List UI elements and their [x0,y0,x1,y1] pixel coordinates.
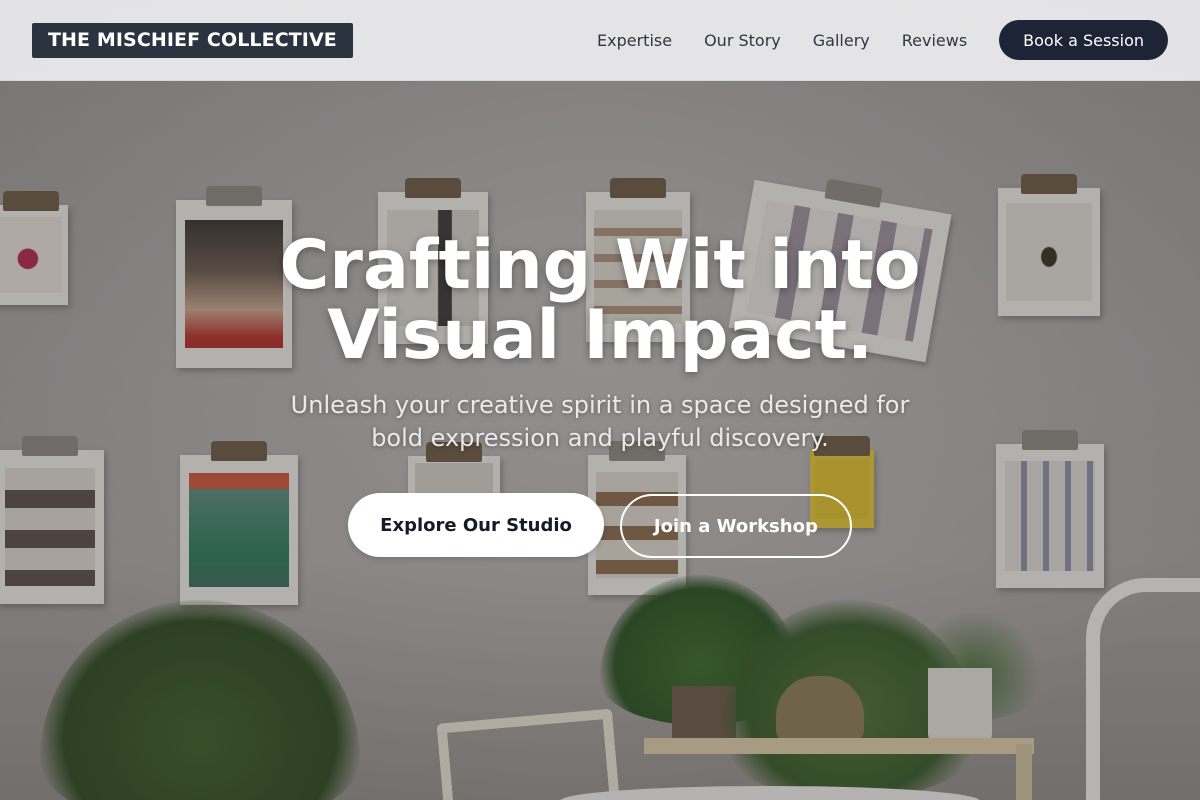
hero-button-row: Explore Our Studio Join a Workshop [348,493,852,558]
hero-headline: Crafting Wit into Visual Impact. [279,226,921,375]
site-header: THE MISCHIEF COLLECTIVE Expertise Our St… [0,0,1200,81]
book-session-button[interactable]: Book a Session [999,20,1168,60]
nav-link-reviews[interactable]: Reviews [902,31,967,50]
nav-link-expertise[interactable]: Expertise [597,31,672,50]
nav-link-our-story[interactable]: Our Story [704,31,781,50]
join-workshop-button[interactable]: Join a Workshop [619,494,852,558]
brand-logo[interactable]: THE MISCHIEF COLLECTIVE [32,22,353,58]
nav-link-gallery[interactable]: Gallery [813,31,870,50]
hero-section: Crafting Wit into Visual Impact. Unleash… [0,81,1200,800]
main-nav: Expertise Our Story Gallery Reviews [597,31,967,50]
explore-studio-button[interactable]: Explore Our Studio [348,493,604,557]
hero-subheadline: Unleash your creative spirit in a space … [290,391,910,452]
